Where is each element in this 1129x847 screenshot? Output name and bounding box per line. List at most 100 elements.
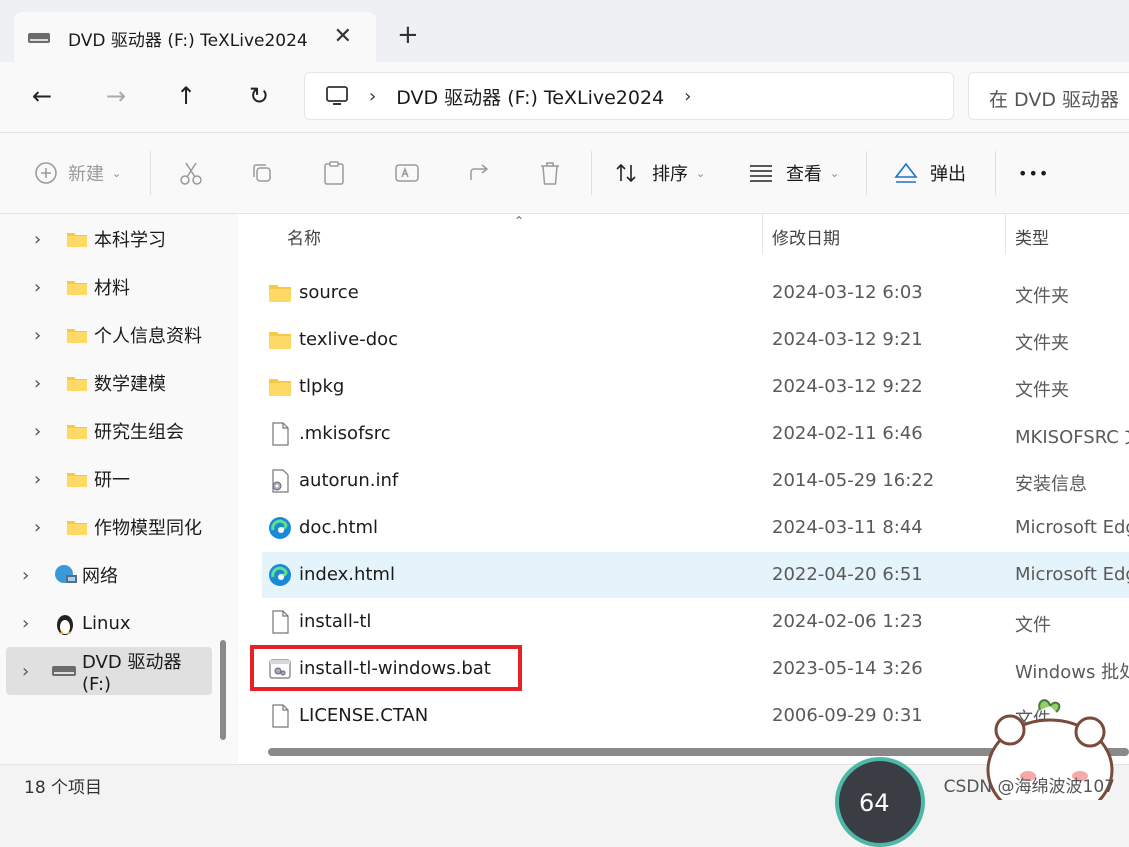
paste-button[interactable] (322, 155, 346, 191)
file-date: 2024-02-06 1:23 (772, 611, 923, 632)
file-row-index-html[interactable]: index.html 2022-04-20 6:51 Microsoft Edg (262, 552, 1129, 598)
folder-icon (269, 379, 291, 396)
file-row-mkisofsrc[interactable]: .mkisofsrc 2024-02-11 6:46 MKISOFSRC 文 (262, 411, 1129, 457)
chevron-right-icon[interactable]: › (34, 469, 41, 490)
column-header-type[interactable]: 类型 (1015, 224, 1049, 249)
file-date: 2024-02-11 6:46 (772, 423, 923, 444)
view-button[interactable]: 查看 ⌄ (748, 155, 839, 191)
title-bar: DVD 驱动器 (F:) TeXLive2024 ✕ + (0, 0, 1129, 64)
cut-button[interactable] (178, 155, 204, 191)
file-row-tlpkg[interactable]: tlpkg 2024-03-12 9:22 文件夹 (262, 364, 1129, 410)
folder-icon (67, 233, 87, 247)
column-header-name[interactable]: 名称 (287, 224, 321, 249)
chevron-right-icon[interactable]: › (22, 661, 29, 682)
chevron-right-icon[interactable]: › (34, 229, 41, 250)
tab-dvd-drive[interactable]: DVD 驱动器 (F:) TeXLive2024 ✕ (14, 12, 376, 64)
chevron-right-icon[interactable]: › (34, 277, 41, 298)
file-name: index.html (299, 564, 395, 585)
chevron-down-icon: ⌄ (112, 166, 122, 180)
sort-icon (616, 163, 636, 183)
performance-gauge: 64 (835, 757, 925, 847)
computer-icon (326, 86, 348, 105)
sidebar-item-label: 材料 (94, 278, 130, 299)
sidebar-item-network[interactable]: › 网络 (0, 553, 212, 597)
sidebar-item-crop-model[interactable]: › 作物模型同化 (0, 505, 212, 549)
file-name: autorun.inf (299, 470, 399, 491)
sort-label: 排序 (652, 164, 688, 185)
eject-label: 弹出 (930, 164, 966, 185)
column-divider[interactable] (1005, 214, 1006, 254)
file-row-doc-html[interactable]: doc.html 2024-03-11 8:44 Microsoft Edg (262, 505, 1129, 551)
new-button[interactable]: 新建 ⌄ (34, 155, 121, 191)
file-row-texlive-doc[interactable]: texlive-doc 2024-03-12 9:21 文件夹 (262, 317, 1129, 363)
chevron-down-icon: ⌄ (830, 166, 840, 180)
sort-button[interactable]: 排序 ⌄ (614, 155, 705, 191)
close-icon[interactable]: ✕ (334, 24, 352, 49)
chevron-right-icon[interactable]: › (22, 565, 29, 586)
scissors-icon (180, 162, 202, 185)
more-options-button[interactable]: ••• (1018, 155, 1049, 191)
file-name: LICENSE.CTAN (299, 705, 429, 726)
up-button[interactable]: ↑ (170, 80, 202, 112)
file-row-install-tl[interactable]: install-tl 2024-02-06 1:23 文件 (262, 599, 1129, 645)
column-header-date[interactable]: 修改日期 (772, 224, 840, 249)
sidebar-item-math-modeling[interactable]: › 数学建模 (0, 361, 212, 405)
file-row-source[interactable]: source 2024-03-12 6:03 文件夹 (262, 270, 1129, 316)
sidebar-item-group-meeting[interactable]: › 研究生组会 (0, 409, 212, 453)
file-date: 2024-03-12 9:21 (772, 329, 923, 350)
sort-ascending-icon: ⌃ (514, 214, 525, 228)
sidebar-item-cailiao[interactable]: › 材料 (0, 265, 212, 309)
sidebar-item-personal-info[interactable]: › 个人信息资料 (0, 313, 212, 357)
rename-icon (395, 164, 419, 182)
sidebar-item-label: 研一 (94, 470, 130, 491)
file-icon (272, 422, 289, 446)
address-bar[interactable]: › DVD 驱动器 (F:) TeXLive2024 › (304, 72, 954, 120)
address-path[interactable]: DVD 驱动器 (F:) TeXLive2024 (396, 83, 664, 110)
sidebar-item-label: 本科学习 (94, 230, 166, 251)
settings-file-icon (272, 469, 289, 493)
chevron-right-icon[interactable]: › (22, 613, 29, 634)
edge-icon (269, 564, 291, 586)
chevron-right-icon[interactable]: › (34, 517, 41, 538)
sidebar-item-benke[interactable]: › 本科学习 (0, 217, 212, 261)
eject-button[interactable]: 弹出 (894, 155, 966, 191)
rename-button[interactable] (394, 155, 420, 191)
sidebar-item-dvd-drive[interactable]: › DVD 驱动器 (F:) (6, 647, 212, 695)
drive-icon (28, 33, 50, 43)
file-icon (272, 704, 289, 728)
view-list-icon (750, 165, 772, 182)
search-input[interactable]: 在 DVD 驱动器 (968, 72, 1129, 120)
chevron-right-icon[interactable]: › (34, 421, 41, 442)
delete-button[interactable] (538, 155, 562, 191)
item-count: 18 个项目 (24, 778, 103, 798)
folder-icon (269, 332, 291, 349)
folder-icon (269, 285, 291, 302)
sidebar-item-label: 数学建模 (94, 374, 166, 395)
file-type: Windows 批处 (1015, 662, 1129, 683)
column-divider[interactable] (762, 214, 763, 254)
file-type: 文件夹 (1015, 286, 1069, 307)
chevron-right-icon[interactable]: › (34, 325, 41, 346)
file-date: 2024-03-11 8:44 (772, 517, 923, 538)
sidebar-item-linux[interactable]: › Linux (0, 601, 212, 645)
file-row-autorun[interactable]: autorun.inf 2014-05-29 16:22 安装信息 (262, 458, 1129, 504)
share-button[interactable] (467, 155, 493, 191)
sidebar-item-label: 研究生组会 (94, 422, 184, 443)
file-type: Microsoft Edg (1015, 517, 1129, 538)
chevron-right-icon[interactable]: › (34, 373, 41, 394)
sidebar-scrollbar[interactable] (220, 640, 226, 740)
chevron-right-icon[interactable]: › (684, 86, 691, 107)
sidebar-item-yanyi[interactable]: › 研一 (0, 457, 212, 501)
back-button[interactable]: ← (26, 80, 58, 112)
eject-icon (894, 162, 918, 183)
folder-icon (67, 329, 87, 343)
forward-button[interactable]: → (100, 80, 132, 112)
drive-icon (52, 666, 76, 676)
file-date: 2024-03-12 9:22 (772, 376, 923, 397)
copy-button[interactable] (250, 155, 274, 191)
gauge-value: 64 (859, 789, 890, 817)
new-tab-button[interactable]: + (397, 20, 419, 50)
refresh-button[interactable]: ↻ (243, 80, 275, 112)
command-toolbar: 新建 ⌄ 排序 ⌄ 查看 ⌄ 弹出 ••• (0, 132, 1129, 214)
share-icon (470, 164, 489, 180)
